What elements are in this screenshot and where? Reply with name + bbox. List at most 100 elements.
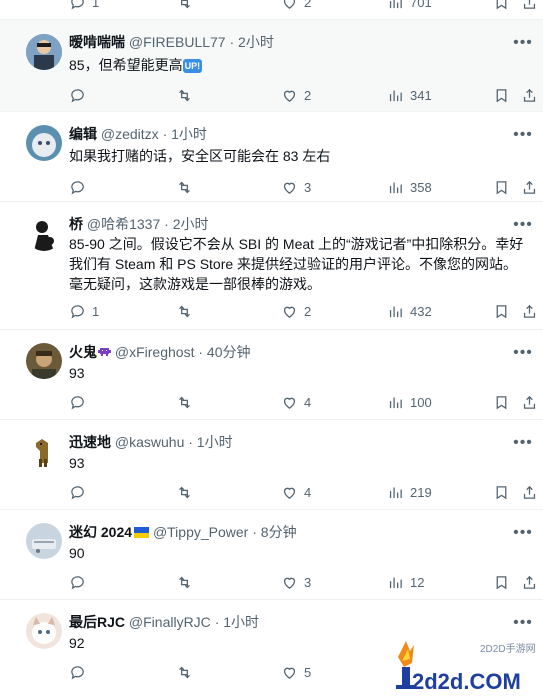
tweet-text: 85-90 之间。假设它不会从 SBI 的 Meat 上的“游戏记者”中扣除积分… xyxy=(69,236,524,292)
timestamp[interactable]: · 1小时 xyxy=(188,434,232,450)
reply-button[interactable] xyxy=(69,85,86,105)
share-button[interactable] xyxy=(521,482,538,502)
bookmark-button[interactable] xyxy=(493,85,510,105)
retweet-button[interactable] xyxy=(176,482,193,502)
share-button[interactable] xyxy=(521,301,538,321)
display-name[interactable]: 暧啃喘喘 xyxy=(69,34,125,50)
reply-button[interactable] xyxy=(69,392,86,412)
tweet[interactable]: 火鬼 @xFireghost · 40分钟 ••• 93 4 100 xyxy=(0,330,543,420)
timestamp[interactable]: · 8分钟 xyxy=(252,524,296,540)
views-button[interactable]: 341 xyxy=(387,85,432,105)
tweet[interactable]: 桥 @哈希1337 · 2小时 ••• 85-90 之间。假设它不会从 SBI … xyxy=(0,202,543,330)
timestamp[interactable]: · 2小时 xyxy=(229,34,273,50)
views-button[interactable]: 12 xyxy=(387,572,424,592)
tweet[interactable]: 编辑 @zeditzx · 1小时 ••• 如果我打赌的话，安全区可能会在 83… xyxy=(0,112,543,202)
like-button[interactable]: 4 xyxy=(281,392,311,412)
share-button[interactable] xyxy=(521,0,538,12)
reply-button[interactable] xyxy=(69,177,86,197)
retweet-button[interactable] xyxy=(176,662,193,682)
views-button[interactable]: 358 xyxy=(387,177,432,197)
bookmark-button[interactable] xyxy=(493,482,510,502)
reply-button[interactable] xyxy=(69,482,86,502)
retweet-button[interactable] xyxy=(176,0,193,12)
reply-button[interactable]: 1 xyxy=(69,0,99,12)
views-count: 432 xyxy=(410,303,432,319)
like-button[interactable]: 2 xyxy=(281,301,311,321)
display-name[interactable]: 最后RJC xyxy=(69,614,125,630)
retweet-button[interactable] xyxy=(176,301,193,321)
bookmark-button[interactable] xyxy=(493,301,510,321)
share-button[interactable] xyxy=(521,177,538,197)
tweet[interactable]: 迅速地 @kaswuhu · 1小时 ••• 93 4 219 xyxy=(0,420,543,510)
retweet-button[interactable] xyxy=(176,392,193,412)
like-button[interactable]: 2 xyxy=(281,85,311,105)
avatar[interactable] xyxy=(26,433,62,469)
more-options-icon[interactable]: ••• xyxy=(511,524,535,542)
like-button[interactable]: 5 xyxy=(281,662,311,682)
avatar[interactable] xyxy=(26,613,62,649)
avatar[interactable] xyxy=(26,215,62,251)
more-options-icon[interactable]: ••• xyxy=(511,344,535,362)
views-button[interactable]: 432 xyxy=(387,301,432,321)
reply-button[interactable] xyxy=(69,662,86,682)
display-name[interactable]: 编辑 xyxy=(69,126,97,142)
handle[interactable]: @FIREBULL77 xyxy=(129,34,226,50)
like-count: 4 xyxy=(304,484,312,500)
views-count: 12 xyxy=(410,574,425,590)
avatar[interactable] xyxy=(26,343,62,379)
share-button[interactable] xyxy=(521,392,538,412)
like-button[interactable]: 4 xyxy=(281,482,311,502)
more-options-icon[interactable]: ••• xyxy=(511,434,535,452)
like-button[interactable]: 3 xyxy=(281,572,311,592)
retweet-button[interactable] xyxy=(176,177,193,197)
bookmark-button[interactable] xyxy=(493,572,510,592)
handle[interactable]: @FinallyRJC xyxy=(129,614,211,630)
timestamp[interactable]: · 2小时 xyxy=(164,216,208,232)
avatar[interactable] xyxy=(26,523,62,559)
views-count: 219 xyxy=(410,484,432,500)
views-button[interactable]: 100 xyxy=(387,392,432,412)
handle[interactable]: @Tippy_Power xyxy=(153,524,248,540)
share-icon xyxy=(523,575,536,589)
bookmark-button[interactable] xyxy=(493,392,510,412)
handle[interactable]: @kaswuhu xyxy=(115,434,184,450)
display-name[interactable]: 火鬼 xyxy=(69,344,97,360)
timestamp[interactable]: · 1小时 xyxy=(163,126,207,142)
tweet-text: 85，但希望能更高 UP! xyxy=(69,55,527,75)
handle[interactable]: @xFireghost xyxy=(115,344,195,360)
reply-icon xyxy=(71,304,84,319)
handle[interactable]: @zeditzx xyxy=(101,126,159,142)
bookmark-button[interactable] xyxy=(493,177,510,197)
like-count: 2 xyxy=(304,87,312,103)
more-options-icon[interactable]: ••• xyxy=(511,34,535,52)
avatar[interactable] xyxy=(26,34,62,70)
display-name[interactable]: 迷幻 2024 xyxy=(69,524,132,540)
more-options-icon[interactable]: ••• xyxy=(511,216,535,234)
more-options-icon[interactable]: ••• xyxy=(511,614,535,632)
tweet-actions: 4 219 xyxy=(69,482,536,502)
reply-icon xyxy=(71,485,84,500)
more-options-icon[interactable]: ••• xyxy=(511,126,535,144)
retweet-button[interactable] xyxy=(176,85,193,105)
like-button[interactable]: 2 xyxy=(281,0,311,12)
timestamp[interactable]: · 40分钟 xyxy=(198,344,250,360)
bookmark-button[interactable] xyxy=(493,0,510,12)
display-name[interactable]: 桥 xyxy=(69,216,83,232)
share-button[interactable] xyxy=(521,572,538,592)
display-name[interactable]: 迅速地 xyxy=(69,434,111,450)
views-button[interactable]: 219 xyxy=(387,482,432,502)
share-button[interactable] xyxy=(521,85,538,105)
reply-count: 1 xyxy=(92,0,100,10)
avatar[interactable] xyxy=(26,125,62,161)
like-button[interactable]: 3 xyxy=(281,177,311,197)
handle[interactable]: @哈希1337 xyxy=(87,216,160,232)
reply-button[interactable]: 1 xyxy=(69,301,99,321)
reply-button[interactable] xyxy=(69,572,86,592)
views-icon xyxy=(389,0,402,8)
timestamp[interactable]: · 1小时 xyxy=(215,614,259,630)
tweet[interactable]: 迷幻 2024 @Tippy_Power · 8分钟 ••• 90 3 12 xyxy=(0,510,543,600)
retweet-button[interactable] xyxy=(176,572,193,592)
tweet[interactable]: 暧啃喘喘 @FIREBULL77 · 2小时 ••• 85，但希望能更高 UP! … xyxy=(0,20,543,112)
views-button[interactable]: 701 xyxy=(387,0,432,12)
heart-icon xyxy=(283,306,296,318)
